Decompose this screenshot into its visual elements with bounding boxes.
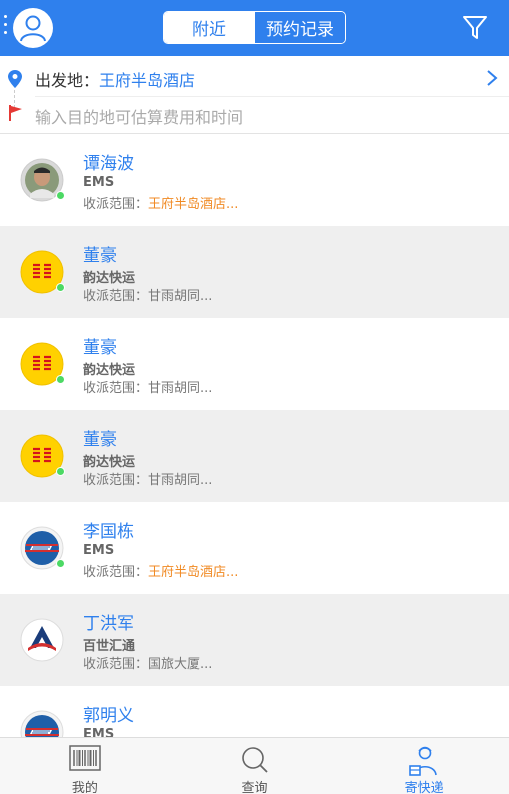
service-range-label: 收派范围：: [83, 197, 149, 212]
service-range: 收派范围：国旅大厦...: [83, 653, 212, 672]
online-status-dot: [56, 559, 65, 568]
courier-name: 董豪: [83, 430, 117, 450]
chevron-right-icon[interactable]: [485, 68, 499, 88]
tab-send-express[interactable]: 寄快递: [339, 738, 509, 794]
courier-row[interactable]: 丁洪军 百世汇通 收派范围：国旅大厦...: [0, 594, 509, 686]
origin-label: 出发地：: [35, 71, 100, 90]
yunda-logo-icon: [20, 434, 65, 478]
service-range-label: 收派范围：: [83, 381, 149, 396]
tab-label: 我的: [71, 781, 98, 794]
online-status-dot: [56, 467, 65, 476]
user-avatar-button[interactable]: [13, 8, 53, 48]
courier-name: 丁洪军: [83, 614, 134, 634]
courier-list: 谭海波 EMS 收派范围：王府半岛酒店... 董豪 韵达快运 收派范围：甘雨胡同... 董豪…: [0, 134, 509, 737]
bottom-tab-bar: 我的 查询 寄快递: [0, 737, 509, 794]
destination-input[interactable]: 输入目的地可估算费用和时间: [35, 104, 243, 128]
tab-search[interactable]: 查询: [170, 738, 340, 794]
ems-logo-icon: [20, 526, 65, 570]
service-range-label: 收派范围：: [83, 289, 149, 304]
service-range: 收派范围：甘雨胡同...: [83, 469, 212, 488]
search-icon: [241, 747, 268, 773]
service-range-value: 甘雨胡同...: [148, 473, 213, 488]
courier-name: 董豪: [83, 338, 117, 358]
service-range-value: 甘雨胡同...: [148, 289, 213, 304]
origin-value[interactable]: 王府半岛酒店: [99, 67, 195, 91]
yunda-logo-icon: [20, 342, 65, 386]
courier-name: 董豪: [83, 246, 117, 266]
tab-label: 寄快递: [404, 781, 444, 794]
route-panel: 出发地： 王府半岛酒店 输入目的地可估算费用和时间: [0, 56, 509, 134]
location-pin-icon: [8, 70, 22, 88]
courier-company: 韵达快运: [83, 363, 136, 378]
courier-company: 百世汇通: [83, 639, 136, 654]
service-range: 收派范围：甘雨胡同...: [83, 377, 212, 396]
courier-icon: [409, 746, 437, 776]
courier-avatar: [20, 158, 65, 202]
tab-nearby[interactable]: 附近: [164, 12, 254, 43]
yunda-logo-icon: [20, 250, 65, 294]
top-bar: 附近 预约记录: [0, 0, 509, 56]
filter-icon[interactable]: [460, 12, 490, 42]
service-range: 收派范围：甘雨胡同...: [83, 285, 212, 304]
online-status-dot: [56, 375, 65, 384]
tab-reservations[interactable]: 预约记录: [254, 12, 345, 43]
service-range-label: 收派范围：: [83, 473, 149, 488]
ems-logo-icon: [20, 710, 64, 737]
courier-company: 韵达快运: [83, 455, 136, 470]
service-range-value: 甘雨胡同...: [148, 381, 213, 396]
divider: [35, 96, 509, 97]
more-menu-icon[interactable]: [4, 15, 10, 39]
service-range-value: 国旅大厦...: [148, 657, 213, 672]
service-range: 收派范围：王府半岛酒店...: [83, 561, 238, 580]
courier-company: EMS: [83, 543, 115, 558]
courier-row[interactable]: 郭明义 EMS: [0, 686, 509, 737]
courier-name: 李国栋: [83, 522, 134, 542]
online-status-dot: [56, 283, 65, 292]
tab-mine[interactable]: 我的: [0, 738, 170, 794]
user-icon: [20, 15, 46, 42]
online-status-dot: [56, 191, 65, 200]
service-range-value: 王府半岛酒店...: [148, 565, 239, 580]
courier-company: EMS: [83, 727, 115, 737]
best-logo-icon: [20, 618, 64, 662]
courier-row[interactable]: 董豪 韵达快运 收派范围：甘雨胡同...: [0, 410, 509, 502]
service-range-value: 王府半岛酒店...: [148, 197, 239, 212]
service-range-label: 收派范围：: [83, 657, 149, 672]
courier-company: EMS: [83, 175, 115, 190]
tab-label: 查询: [241, 781, 268, 794]
view-segmented-control: 附近 预约记录: [163, 11, 346, 44]
courier-company: 韵达快运: [83, 271, 136, 286]
barcode-icon: [69, 745, 101, 771]
courier-row[interactable]: 董豪 韵达快运 收派范围：甘雨胡同...: [0, 226, 509, 318]
service-range: 收派范围：王府半岛酒店...: [83, 193, 238, 212]
courier-row[interactable]: 李国栋 EMS 收派范围：王府半岛酒店...: [0, 502, 509, 594]
courier-name: 郭明义: [83, 706, 134, 726]
courier-row[interactable]: 谭海波 EMS 收派范围：王府半岛酒店...: [0, 134, 509, 226]
service-range-label: 收派范围：: [83, 565, 149, 580]
destination-flag-icon: [9, 105, 22, 121]
courier-name: 谭海波: [83, 154, 134, 174]
courier-row[interactable]: 董豪 韵达快运 收派范围：甘雨胡同...: [0, 318, 509, 410]
